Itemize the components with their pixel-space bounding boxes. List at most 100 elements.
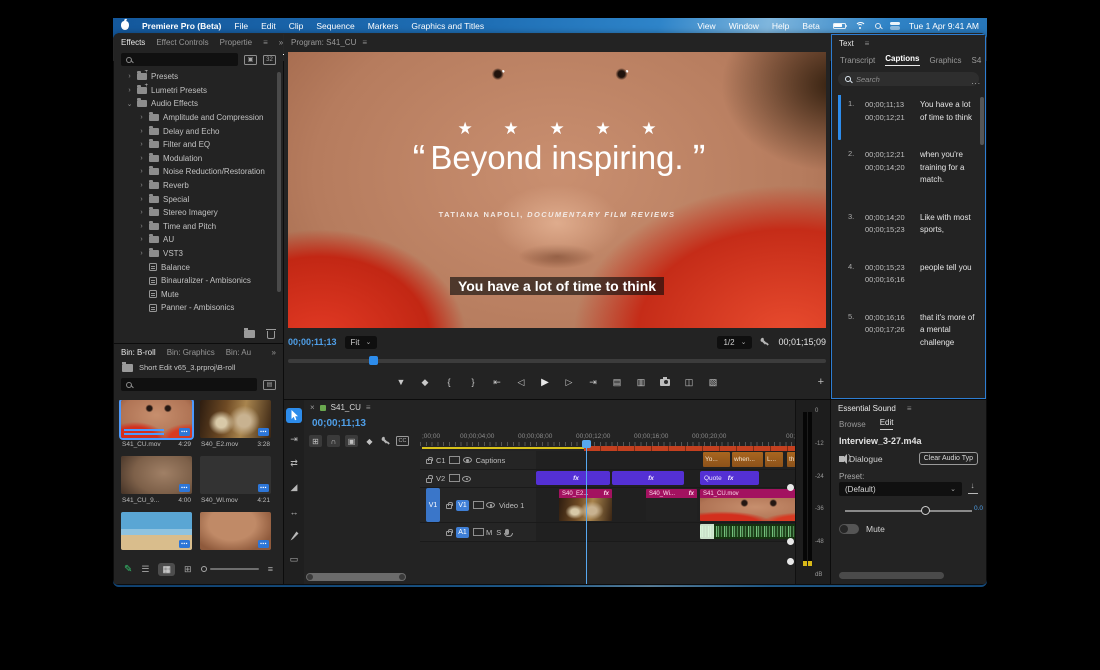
spotlight-search-icon[interactable] <box>874 22 881 29</box>
timeline-settings-wrench-icon[interactable] <box>381 436 391 446</box>
bin-clip[interactable]: ▪▪▪ <box>200 512 271 554</box>
timeline-ruler[interactable]: ;00;00 00;00;04;00 00;00;08;00 00;00;12;00 0… <box>420 432 795 446</box>
razor-tool[interactable]: ◢ <box>286 480 302 495</box>
delete-icon[interactable] <box>266 328 276 339</box>
caption-row[interactable]: 2. 00;00;12;21 00;00;14;20 when you're tr… <box>838 145 977 191</box>
sync-lock-icon[interactable] <box>472 500 484 509</box>
effects-tree-item[interactable]: › Special <box>118 192 275 206</box>
panel-menu-icon[interactable]: ≡ <box>362 38 367 47</box>
extract-button[interactable]: ▥ <box>636 377 646 388</box>
track-visibility-icon[interactable] <box>486 502 495 508</box>
caption-clip[interactable]: th... <box>787 452 795 467</box>
menu-item[interactable]: Markers <box>368 21 399 31</box>
captions-visibility-icon[interactable]: CC <box>396 436 409 446</box>
video-clip[interactable]: S41_CU.movfx <box>700 489 795 521</box>
caption-row[interactable]: 5. 00;00;16;16 00;00;17;26 that it's more… <box>838 308 977 354</box>
accelerated-effects-icon[interactable]: ▣ <box>244 54 257 65</box>
menu-item[interactable]: Edit <box>261 21 276 31</box>
sync-lock-icon[interactable] <box>449 455 461 464</box>
track-v2-label[interactable]: V2 <box>436 474 445 483</box>
add-marker-icon[interactable]: ◆ <box>363 435 376 447</box>
disclosure-arrow-icon[interactable]: ⌄ <box>126 100 133 108</box>
list-view-icon[interactable]: ☰ <box>141 564 149 575</box>
menu-item[interactable]: Window <box>729 21 759 31</box>
playback-resolution-dropdown[interactable]: 1/2 ⌄ <box>717 335 753 349</box>
bin-clip[interactable]: ▪▪▪ S40_Wl.mov 4:21 <box>200 456 271 505</box>
disclosure-arrow-icon[interactable]: › <box>138 128 145 135</box>
menubar-clock[interactable]: Tue 1 Apr 9:41 AM <box>909 21 979 31</box>
panel-tab[interactable]: Effects <box>121 38 145 47</box>
track-resize-dot[interactable] <box>787 558 794 565</box>
track-resize-dot[interactable] <box>787 484 794 491</box>
edit-pencil-icon[interactable]: ✎ <box>124 564 132 575</box>
filter-bin-icon[interactable]: ▤ <box>263 379 276 390</box>
icon-view-icon[interactable]: ▦ <box>158 562 175 576</box>
caption-clip[interactable]: Yo... <box>703 452 730 467</box>
track-target-a1[interactable]: A1 <box>456 526 469 538</box>
caption-row[interactable]: 3. 00;00;14;20 00;00;15;23 Like with most… <box>838 208 977 241</box>
effects-tree-item[interactable]: › Modulation <box>118 152 275 166</box>
nest-toggle-icon[interactable]: ⊞ <box>309 435 322 447</box>
monitor-settings-wrench-icon[interactable] <box>760 337 770 347</box>
mute-toggle[interactable] <box>839 524 859 534</box>
effects-tree-item[interactable]: › Noise Reduction/Restoration <box>118 165 275 179</box>
menu-item[interactable]: Help <box>772 21 789 31</box>
mute-track-button[interactable]: M <box>486 528 492 537</box>
wifi-icon[interactable] <box>854 21 866 30</box>
sequence-tab[interactable]: S41_CU <box>331 403 361 412</box>
menu-item[interactable]: Clip <box>289 21 304 31</box>
text-subtab[interactable]: Graphics <box>930 56 962 65</box>
menu-item[interactable]: Graphics and Titles <box>411 21 484 31</box>
monitor-current-timecode[interactable]: 00;00;11;13 <box>288 337 337 347</box>
battery-icon[interactable] <box>832 22 848 29</box>
effects-tree-item[interactable]: › Delay and Echo <box>118 124 275 138</box>
go-to-out-button[interactable]: ⇥ <box>588 377 598 388</box>
monitor-playhead[interactable] <box>368 356 378 365</box>
bin-menu-icon[interactable]: ≡ <box>268 564 273 574</box>
essential-sound-subtab[interactable]: Edit <box>879 418 894 430</box>
timeline-horizontal-scrollbar[interactable] <box>306 573 406 581</box>
panel-menu-icon[interactable]: ≡ <box>366 403 371 412</box>
text-subtab[interactable]: Captions <box>885 54 920 66</box>
clear-audio-type-button[interactable]: Clear Audio Typ <box>918 452 978 465</box>
ripple-edit-tool[interactable]: ⇄ <box>286 456 302 471</box>
new-custom-bin-icon[interactable] <box>244 328 255 338</box>
slider-knob[interactable] <box>921 506 931 515</box>
menu-item[interactable]: Beta <box>802 21 820 31</box>
captions-search-input[interactable] <box>838 72 979 86</box>
disclosure-arrow-icon[interactable]: › <box>138 141 145 148</box>
effects-tree-item[interactable]: › Filter and EQ <box>118 138 275 152</box>
close-sequence-icon[interactable]: × <box>310 403 315 412</box>
bin-clip[interactable]: ▪▪▪ S40_E2.mov 3:28 <box>200 400 271 449</box>
lock-icon[interactable] <box>446 528 453 536</box>
sync-lock-icon[interactable] <box>472 527 484 536</box>
panel-menu-icon[interactable]: ≡ <box>263 38 268 47</box>
audio-meters-panel[interactable]: 0 -12 -24 -36 -48 dB <box>795 400 830 584</box>
step-back-button[interactable]: ◁ <box>516 377 526 388</box>
lock-icon[interactable] <box>426 475 433 483</box>
disclosure-arrow-icon[interactable]: › <box>126 73 133 80</box>
multi-camera-button[interactable]: ▧ <box>708 377 718 388</box>
disclosure-arrow-icon[interactable]: › <box>138 236 145 243</box>
essential-sound-scrollbar[interactable] <box>839 572 944 579</box>
text-panel-tab[interactable]: Text <box>839 39 854 48</box>
menu-item[interactable]: View <box>697 21 715 31</box>
step-forward-button[interactable]: ▷ <box>564 377 574 388</box>
monitor-seek-bar[interactable] <box>288 356 826 366</box>
disclosure-arrow-icon[interactable]: › <box>138 155 145 162</box>
bin-clip[interactable]: ▪▪▪ S41_CU.mov 4:29 <box>119 400 194 449</box>
tab-overflow-icon[interactable]: » <box>279 38 283 47</box>
audio-clip[interactable] <box>700 524 795 539</box>
comparison-view-button[interactable]: ◫ <box>684 377 694 388</box>
app-menu[interactable]: Premiere Pro (Beta) <box>142 21 221 31</box>
lift-button[interactable]: ▤ <box>612 377 622 388</box>
essential-sound-tab[interactable]: Essential Sound <box>838 404 896 413</box>
bin-clip[interactable]: ▪▪▪ S41_CU_9... 4:00 <box>121 456 192 505</box>
thumbnail-zoom-slider[interactable] <box>200 566 259 572</box>
effects-tree-item[interactable]: Mute <box>118 288 275 302</box>
effects-tree-item[interactable]: › Stereo Imagery <box>118 206 275 220</box>
graphic-clip[interactable]: fx <box>536 471 610 485</box>
selection-tool[interactable] <box>286 408 302 423</box>
effects-tree-item[interactable]: › Reverb <box>118 179 275 193</box>
track-resize-dot[interactable] <box>787 538 794 545</box>
